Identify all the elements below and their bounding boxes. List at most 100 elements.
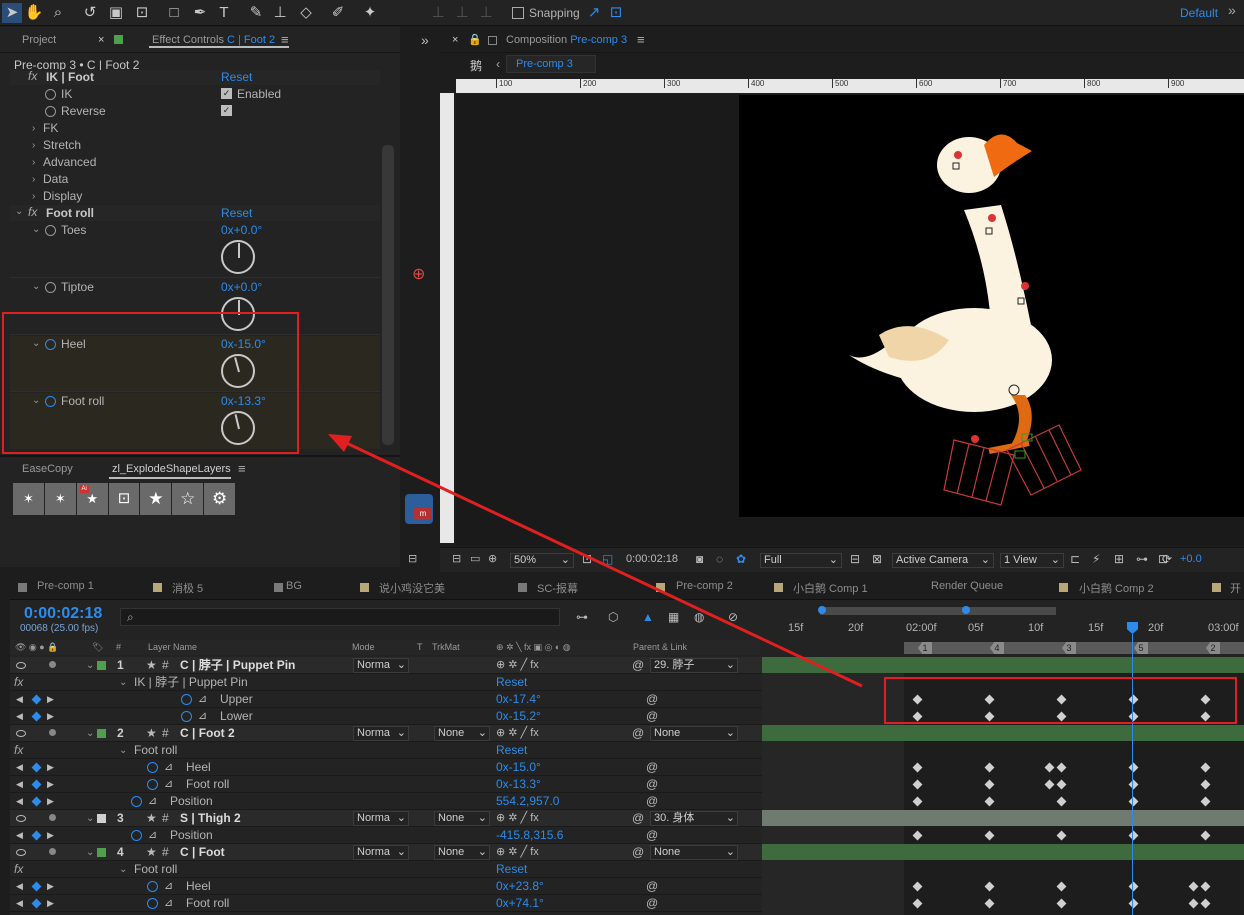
- stopwatch-icon[interactable]: [147, 898, 158, 909]
- tab-easecopy[interactable]: EaseCopy: [22, 463, 73, 475]
- eye-icon[interactable]: [16, 815, 26, 822]
- keyframe-toggle-icon[interactable]: [31, 796, 42, 807]
- fit-icon[interactable]: ⊡: [582, 552, 592, 566]
- parent-dropdown[interactable]: 29. 脖子 ⌄: [650, 658, 738, 673]
- parent-dropdown[interactable]: 30. 身体 ⌄: [650, 811, 738, 826]
- solo-icon[interactable]: [49, 729, 56, 736]
- brush-tool-icon[interactable]: ✎: [246, 3, 266, 23]
- motion-blur-icon[interactable]: ◍: [694, 610, 704, 624]
- eraser-tool-icon[interactable]: ◇: [296, 3, 316, 23]
- channel-icon[interactable]: ⊕: [488, 552, 497, 565]
- transparency-grid-icon[interactable]: ⊠: [872, 552, 882, 566]
- stopwatch-icon[interactable]: [45, 89, 56, 100]
- rotate-tool-icon[interactable]: ↺: [80, 3, 100, 23]
- timeline-search-input[interactable]: ⌕: [120, 608, 560, 626]
- trkmat-dropdown[interactable]: None ⌄: [434, 811, 490, 826]
- mode-dropdown[interactable]: Norma ⌄: [353, 658, 409, 673]
- fx-icon[interactable]: fx: [28, 205, 37, 219]
- keyframe-toggle-icon[interactable]: [31, 694, 42, 705]
- snapshot-icon[interactable]: ⊟: [452, 552, 461, 565]
- views-dropdown[interactable]: 1 View ⌄: [1000, 553, 1064, 568]
- effect-row[interactable]: fx ⌄ Foot roll Reset: [10, 742, 762, 759]
- toggle-pixel-icon[interactable]: ⊏: [1070, 552, 1080, 566]
- layer-duration-bar[interactable]: [762, 844, 1244, 860]
- keyframe-toggle-icon[interactable]: [31, 711, 42, 722]
- close-icon[interactable]: ×: [98, 27, 104, 53]
- exposure-value[interactable]: +0.0: [1180, 553, 1202, 565]
- snapping-checkbox[interactable]: [512, 7, 524, 19]
- stopwatch-icon[interactable]: [45, 282, 56, 293]
- stopwatch-icon[interactable]: [181, 711, 192, 722]
- graph-icon[interactable]: ⊿: [164, 895, 173, 912]
- foot-roll-effect-row[interactable]: ⌄ fx Foot roll Reset: [10, 205, 380, 221]
- graph-editor-icon[interactable]: ⊘: [728, 610, 738, 624]
- puppet-pin-tool-icon[interactable]: ✦: [360, 3, 380, 23]
- comp-viewer[interactable]: [456, 95, 1244, 545]
- property-row[interactable]: ◀ ▶ ⊿ Position -415.8,315.6 @: [10, 827, 762, 844]
- effect-row[interactable]: fx ⌄ IK | 脖子 | Puppet Pin Reset: [10, 674, 762, 691]
- work-area-start[interactable]: [818, 606, 826, 614]
- world-axis-icon[interactable]: ⊥: [452, 3, 472, 23]
- expand-icon[interactable]: ⌄: [119, 674, 127, 691]
- pan-behind-tool-icon[interactable]: ⊡: [132, 3, 152, 23]
- prev-keyframe-icon[interactable]: ◀: [16, 878, 23, 895]
- property-value[interactable]: 0x-17.4°: [496, 691, 541, 708]
- stopwatch-icon[interactable]: [131, 796, 142, 807]
- layer-name[interactable]: S | Thigh 2: [180, 810, 241, 827]
- layer-switches[interactable]: ⊕ ✲ ╱ fx: [496, 657, 539, 674]
- lock-icon[interactable]: 🔒: [468, 27, 482, 53]
- camera-snapshot-icon[interactable]: ◙: [696, 552, 703, 566]
- angle-dial[interactable]: [221, 240, 255, 274]
- parent-dropdown[interactable]: None ⌄: [650, 726, 738, 741]
- pickwhip-icon[interactable]: @: [632, 657, 644, 674]
- label-swatch[interactable]: [97, 729, 106, 738]
- fast-preview-icon[interactable]: ⚡: [1092, 552, 1100, 566]
- group-advanced[interactable]: › Advanced: [10, 154, 380, 171]
- transparency-icon[interactable]: ◌: [716, 552, 723, 566]
- tab-sc-baomu[interactable]: SC-报幕: [537, 580, 578, 596]
- tab-xiaobaie1[interactable]: 小白鹅 Comp 1: [793, 580, 868, 596]
- work-area-end[interactable]: [962, 606, 970, 614]
- next-keyframe-icon[interactable]: ▶: [47, 793, 54, 810]
- solo-icon[interactable]: [49, 814, 56, 821]
- expression-pickwhip-icon[interactable]: @: [646, 895, 658, 912]
- property-row[interactable]: ◀ ▶ ⊿ Foot roll 0x-13.3° @: [10, 776, 762, 793]
- panel-menu-icon[interactable]: ≡: [238, 461, 246, 476]
- effect-name[interactable]: Foot roll: [134, 861, 177, 878]
- stopwatch-icon[interactable]: [45, 225, 56, 236]
- effect-name[interactable]: IK | 脖子 | Puppet Pin: [134, 674, 248, 691]
- property-value[interactable]: 0x-13.3°: [496, 776, 541, 793]
- region-icon[interactable]: ⊟: [408, 552, 417, 565]
- stopwatch-icon[interactable]: [147, 762, 158, 773]
- stopwatch-icon[interactable]: [181, 694, 192, 705]
- prev-keyframe-icon[interactable]: ◀: [16, 759, 23, 776]
- reset-link[interactable]: Reset: [221, 70, 252, 84]
- layer-row[interactable]: ⌄ 4 ★ # C | Foot Norma ⌄ None ⌄ ⊕ ✲ ╱ fx @ None ⌄: [10, 844, 762, 861]
- keyframe-toggle-icon[interactable]: [31, 830, 42, 841]
- workspace-default[interactable]: Default: [1180, 6, 1218, 20]
- pen-tool-icon[interactable]: ✒: [190, 3, 210, 23]
- layer-switches[interactable]: ⊕ ✲ ╱ fx: [496, 844, 539, 861]
- stopwatch-icon[interactable]: [147, 779, 158, 790]
- expand-icon[interactable]: ⌄: [119, 742, 127, 759]
- explode-ai-button[interactable]: Ai ★: [76, 483, 108, 515]
- layer-duration-bar[interactable]: [762, 657, 1244, 673]
- prev-keyframe-icon[interactable]: ◀: [16, 708, 23, 725]
- tab-shuoxiaoji[interactable]: 说小鸡没它美: [379, 580, 445, 596]
- hand-tool-icon[interactable]: ✋: [24, 3, 44, 23]
- camera-dropdown[interactable]: Active Camera ⌄: [892, 553, 994, 568]
- group-stretch[interactable]: › Stretch: [10, 137, 380, 154]
- next-keyframe-icon[interactable]: ▶: [47, 776, 54, 793]
- fx-icon[interactable]: fx: [14, 674, 23, 691]
- property-row[interactable]: ◀ ▶ ⊿ Upper 0x-17.4° @: [10, 691, 762, 708]
- reset-link[interactable]: Reset: [221, 206, 252, 220]
- workspace-menu-icon[interactable]: »: [1228, 2, 1236, 18]
- star-filled-button[interactable]: ★: [140, 483, 172, 515]
- explode-selected-button[interactable]: ✶: [44, 483, 76, 515]
- col-layer-name[interactable]: Layer Name: [148, 640, 197, 655]
- fx-icon[interactable]: fx: [28, 69, 37, 83]
- camera-tool-icon[interactable]: ▣: [106, 3, 126, 23]
- shy-layers-icon[interactable]: ▲: [642, 610, 654, 624]
- work-area-bar[interactable]: [820, 607, 1056, 615]
- local-axis-icon[interactable]: ⊥: [428, 3, 448, 23]
